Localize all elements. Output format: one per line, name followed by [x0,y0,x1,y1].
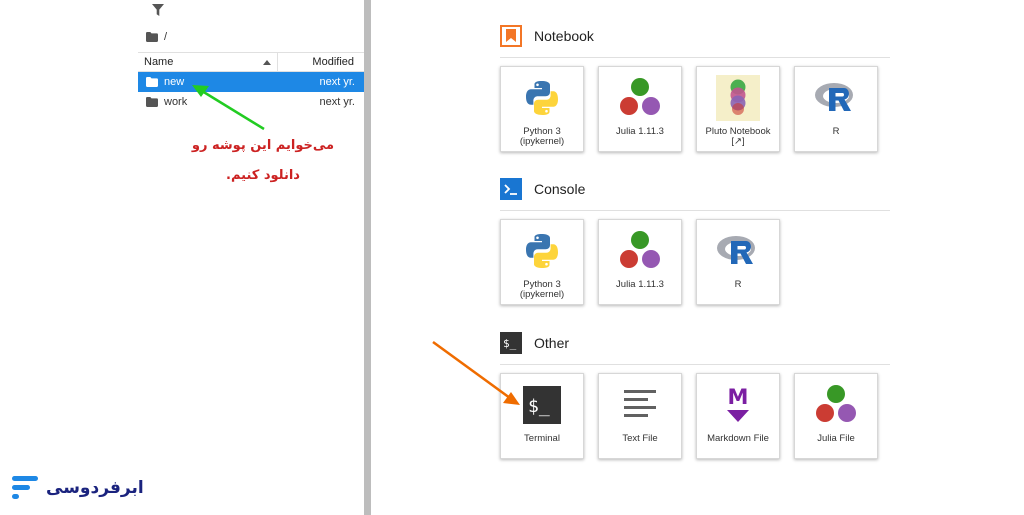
card-label: Terminal [524,433,560,444]
breadcrumb-path[interactable]: / [164,31,167,43]
modified-column-label: Modified [312,56,354,68]
file-browser-toolbar [138,0,364,22]
file-list-header: Name Modified [138,52,364,72]
julia-icon [617,75,663,121]
file-name: new [164,76,185,88]
card-markdown-file[interactable]: M Markdown File [696,373,780,459]
section-divider [500,57,890,58]
card-python3-notebook[interactable]: Python 3 (ipykernel) [500,66,584,152]
other-section: $_ Other $_ Terminal Text File M Markdow… [500,330,890,459]
file-browser: / Name Modified new next yr. work next y… [138,0,364,515]
svg-text:$_: $_ [503,337,517,350]
folder-icon [146,97,158,107]
folder-icon [146,32,158,42]
card-julia-file[interactable]: Julia File [794,373,878,459]
terminal-icon: $_ [519,382,565,428]
card-text-file[interactable]: Text File [598,373,682,459]
svg-text:M: M [728,385,749,409]
modified-column-header[interactable]: Modified [278,53,364,71]
logo-text: ابرفردوسی [46,478,144,498]
file-name: work [164,96,188,108]
card-pluto-notebook[interactable]: Pluto Notebook [↗] [696,66,780,152]
card-label: R [734,279,742,290]
launcher-cards: Python 3 (ipykernel) Julia 1.11.3 [500,66,878,152]
r-icon [715,228,761,274]
card-label: Python 3 (ipykernel) [519,279,565,300]
markdown-icon: M [715,382,761,428]
launcher: Notebook Python 3 (ipykernel) Julia 1.11… [371,0,891,515]
card-label: Pluto Notebook [↗] [705,126,771,147]
file-list: new next yr. work next yr. [138,72,364,112]
section-divider [500,210,890,211]
card-label: Julia 1.11.3 [616,279,664,290]
panel-splitter[interactable] [364,0,371,515]
folder-icon [146,77,158,87]
screenshot-stage: / Name Modified new next yr. work next y… [0,0,1024,515]
name-column-label: Name [144,56,174,68]
pluto-icon [715,75,761,121]
section-title: Notebook [534,28,594,44]
filter-icon[interactable] [152,4,164,17]
notebook-icon [500,25,522,47]
brand-logo: ابرفردوسی [10,474,144,502]
card-julia-notebook[interactable]: Julia 1.11.3 [598,66,682,152]
file-modified: next yr. [319,76,355,88]
r-icon [813,75,859,121]
python-icon [519,75,565,121]
breadcrumb[interactable]: / [146,28,167,46]
launcher-cards: Python 3 (ipykernel) Julia 1.11.3 [500,219,780,305]
console-icon [500,178,522,200]
launcher-cards: $_ Terminal Text File M Markdown File Ju… [500,373,878,459]
card-r-notebook[interactable]: R [794,66,878,152]
console-section: Console Python 3 (ipykernel) Julia 1.11.… [500,176,890,305]
svg-text:$_: $_ [528,396,550,417]
file-row-work[interactable]: work next yr. [138,92,364,112]
text-file-icon [617,382,663,428]
card-label: Julia File [817,433,855,444]
card-r-console[interactable]: R [696,219,780,305]
section-title: Other [534,335,570,351]
file-row-new[interactable]: new next yr. [138,72,364,92]
section-title: Console [534,181,586,197]
card-label: R [832,126,840,137]
logo-mark-icon [12,476,38,499]
card-terminal[interactable]: $_ Terminal [500,373,584,459]
section-header: $_ Other [500,330,890,356]
julia-icon [813,382,859,428]
section-header: Notebook [500,23,890,49]
annotation-line-2: دانلود کنیم. [226,168,300,183]
sort-ascending-icon [263,60,271,65]
julia-icon [617,228,663,274]
card-label: Julia 1.11.3 [616,126,664,137]
notebook-section: Notebook Python 3 (ipykernel) Julia 1.11… [500,23,890,152]
card-label: Markdown File [707,433,769,444]
name-column-header[interactable]: Name [138,53,278,71]
card-label: Python 3 (ipykernel) [519,126,565,147]
file-modified: next yr. [319,96,355,108]
card-label: Text File [622,433,658,444]
annotation-line-1: می‌خوایم این پوشه رو [191,138,335,153]
terminal-small-icon: $_ [500,332,522,354]
section-header: Console [500,176,890,202]
python-icon [519,228,565,274]
card-python3-console[interactable]: Python 3 (ipykernel) [500,219,584,305]
section-divider [500,364,890,365]
card-julia-console[interactable]: Julia 1.11.3 [598,219,682,305]
